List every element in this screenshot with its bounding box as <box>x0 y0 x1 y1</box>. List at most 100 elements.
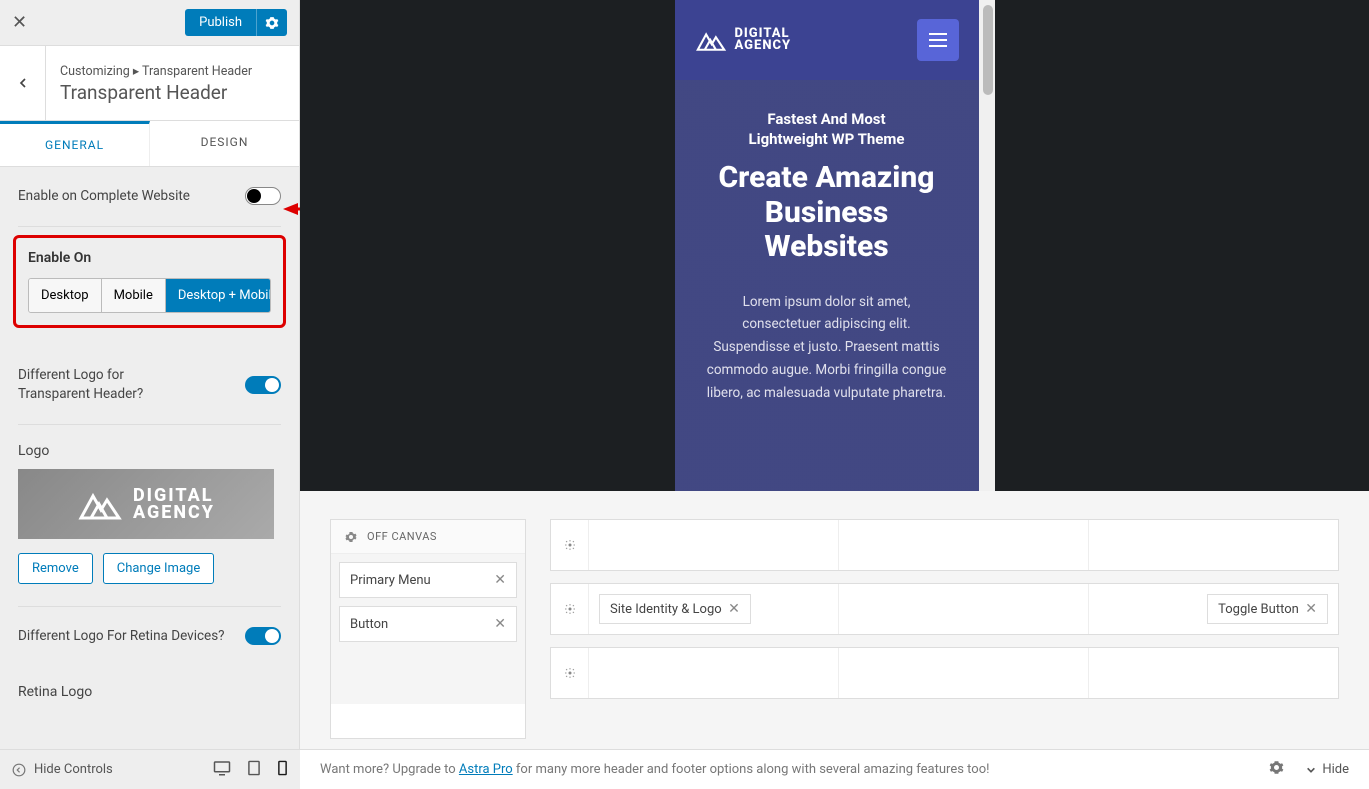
mobile-logo: DIGITAL AGENCY <box>695 27 792 53</box>
builder-settings-button[interactable] <box>1269 760 1284 779</box>
enable-on-mobile[interactable]: Mobile <box>102 279 166 312</box>
widget-primary-menu[interactable]: Primary Menu ✕ <box>339 562 517 598</box>
label-enable-complete: Enable on Complete Website <box>18 187 190 206</box>
gear-icon <box>564 603 576 615</box>
zone-left[interactable] <box>589 648 839 698</box>
offcanvas-body: Primary Menu ✕ Button ✕ <box>331 554 525 704</box>
builder-rows: Site Identity & Logo ✕ Toggle Button ✕ <box>550 519 1339 739</box>
tab-design[interactable]: DESIGN <box>150 121 299 166</box>
builder-row-primary[interactable]: Site Identity & Logo ✕ Toggle Button ✕ <box>550 583 1339 635</box>
builder-row-above[interactable] <box>550 519 1339 571</box>
enable-on-group: Desktop Mobile Desktop + Mobile <box>28 278 271 313</box>
upgrade-notice: Want more? Upgrade to Astra Pro for many… <box>320 762 989 777</box>
hero-title-1: Create Amazing <box>695 161 959 196</box>
hero: Fastest And Most Lightweight WP Theme Cr… <box>675 80 979 415</box>
toggle-diff-retina[interactable] <box>245 627 281 645</box>
logo-mark-icon <box>695 27 727 53</box>
bottom-bar: Want more? Upgrade to Astra Pro for many… <box>300 749 1369 789</box>
zone-left[interactable] <box>589 520 839 570</box>
preview-scrollbar[interactable] <box>979 0 995 491</box>
remove-button[interactable]: Remove <box>18 553 93 584</box>
change-image-button[interactable]: Change Image <box>103 553 215 584</box>
section-title: Transparent Header <box>60 81 252 104</box>
customizer-sidebar: ✕ Publish Customizing ▸ Transparent Head… <box>0 0 300 789</box>
control-enable-complete: Enable on Complete Website <box>18 167 281 227</box>
row-settings-button[interactable] <box>551 584 589 634</box>
zone-right[interactable] <box>1089 520 1338 570</box>
hero-desc: Lorem ipsum dolor sit amet, consectetuer… <box>695 291 959 406</box>
hero-sub-1: Fastest And Most <box>695 110 959 130</box>
hero-sub-2: Lightweight WP Theme <box>695 130 959 150</box>
close-icon[interactable]: ✕ <box>494 616 506 632</box>
breadcrumb-section: Customizing ▸ Transparent Header Transpa… <box>0 46 299 121</box>
row-settings-button[interactable] <box>551 520 589 570</box>
hide-controls-label: Hide Controls <box>34 762 113 777</box>
zone-center[interactable] <box>839 648 1089 698</box>
zone-center[interactable] <box>839 584 1089 634</box>
gear-icon <box>564 539 576 551</box>
back-button[interactable] <box>0 46 46 120</box>
publish-button[interactable]: Publish <box>185 9 256 36</box>
control-diff-logo: Different Logo for Transparent Header? <box>18 346 281 425</box>
close-icon[interactable]: ✕ <box>494 572 506 588</box>
toggle-diff-logo[interactable] <box>245 376 281 394</box>
close-icon[interactable]: ✕ <box>728 601 740 617</box>
breadcrumb-leaf: Transparent Header <box>142 64 252 79</box>
logo-actions: Remove Change Image <box>18 553 281 607</box>
device-switcher <box>213 760 288 780</box>
notice-after: for many more header and footer options … <box>513 762 990 777</box>
mobile-preview-content: DIGITAL AGENCY Fastest And Most Lightwei… <box>675 0 979 491</box>
offcanvas-column: OFF CANVAS Primary Menu ✕ Button ✕ <box>330 519 526 739</box>
toggle-enable-complete[interactable] <box>245 187 281 205</box>
close-icon[interactable]: ✕ <box>12 12 27 33</box>
offcanvas-header[interactable]: OFF CANVAS <box>331 520 525 554</box>
breadcrumb-root: Customizing <box>60 64 130 79</box>
chevron-left-icon <box>15 75 31 91</box>
widget-label: Site Identity & Logo <box>610 602 722 617</box>
publish-group: Publish <box>185 9 287 36</box>
device-tablet-icon[interactable] <box>247 760 261 780</box>
logo-text-2: AGENCY <box>133 504 215 521</box>
widget-toggle-button[interactable]: Toggle Button ✕ <box>1207 594 1328 624</box>
hamburger-button[interactable] <box>917 19 959 61</box>
hero-title-2: Business <box>695 196 959 231</box>
row-settings-button[interactable] <box>551 648 589 698</box>
widget-site-identity[interactable]: Site Identity & Logo ✕ <box>599 594 751 624</box>
hide-builder-button[interactable]: Hide <box>1306 762 1349 777</box>
control-diff-retina: Different Logo For Retina Devices? <box>18 607 281 666</box>
zone-center[interactable] <box>839 520 1089 570</box>
enable-on-desktop[interactable]: Desktop <box>29 279 102 312</box>
breadcrumb-text: Customizing ▸ Transparent Header Transpa… <box>46 53 266 114</box>
panel-body: Enable on Complete Website Enable On Des… <box>0 167 299 748</box>
widget-label: Button <box>350 617 388 632</box>
device-desktop-icon[interactable] <box>213 760 231 780</box>
notice-before: Want more? Upgrade to <box>320 762 459 777</box>
enable-on-both[interactable]: Desktop + Mobile <box>166 279 271 312</box>
device-mobile-icon[interactable] <box>277 760 288 780</box>
tab-general[interactable]: GENERAL <box>0 121 150 166</box>
label-diff-logo: Different Logo for Transparent Header? <box>18 366 198 404</box>
builder-row-below[interactable] <box>550 647 1339 699</box>
close-icon[interactable]: ✕ <box>1305 601 1317 617</box>
widget-button[interactable]: Button ✕ <box>339 606 517 642</box>
enable-on-highlight: Enable On Desktop Mobile Desktop + Mobil… <box>13 235 286 328</box>
tabs: GENERAL DESIGN <box>0 121 299 167</box>
zone-right[interactable]: Toggle Button ✕ <box>1089 584 1338 634</box>
label-retina-logo: Retina Logo <box>18 666 281 700</box>
hero-title-3: Websites <box>695 230 959 265</box>
zone-right[interactable] <box>1089 648 1338 698</box>
gear-icon <box>564 667 576 679</box>
publish-settings-button[interactable] <box>256 9 287 36</box>
preview-area: DIGITAL AGENCY Fastest And Most Lightwei… <box>300 0 1369 491</box>
hide-controls-button[interactable]: Hide Controls <box>12 762 113 777</box>
offcanvas-title: OFF CANVAS <box>367 530 437 543</box>
label-diff-retina: Different Logo For Retina Devices? <box>18 627 225 646</box>
collapse-icon <box>12 763 26 777</box>
zone-left[interactable]: Site Identity & Logo ✕ <box>589 584 839 634</box>
logo-preview[interactable]: DIGITAL AGENCY <box>18 469 274 539</box>
mobile-header: DIGITAL AGENCY <box>675 0 979 80</box>
astra-pro-link[interactable]: Astra Pro <box>459 762 513 777</box>
gear-icon <box>345 531 357 543</box>
gear-icon <box>265 16 279 30</box>
mobile-preview-frame: DIGITAL AGENCY Fastest And Most Lightwei… <box>675 0 995 491</box>
